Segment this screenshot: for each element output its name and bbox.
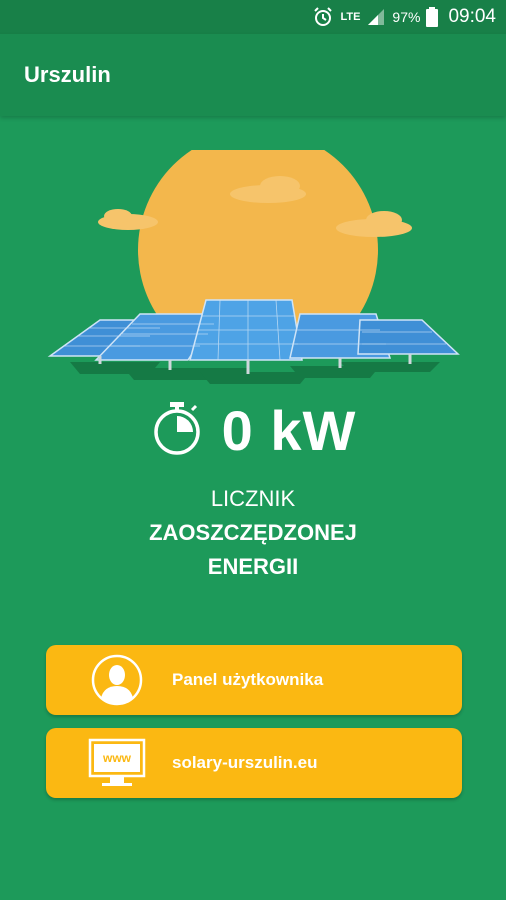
monitor-www-icon: www (86, 737, 148, 789)
user-panel-button[interactable]: Panel użytkownika (46, 645, 462, 715)
caption-line: LICZNIK (210, 486, 296, 511)
website-label: solary-urszulin.eu (172, 753, 318, 772)
caption-line: ZAOSZCZĘDZONEJ (149, 520, 357, 545)
battery-percent: 97% (392, 9, 421, 25)
svg-text:www: www (102, 751, 132, 765)
energy-value: 0 kW (221, 398, 357, 462)
energy-counter: 0 kW (0, 395, 506, 465)
user-avatar-icon (86, 654, 148, 706)
app-bar: Urszulin (0, 34, 506, 116)
stopwatch-icon (150, 400, 204, 461)
user-panel-label: Panel użytkownika (172, 670, 324, 689)
battery-icon (426, 7, 439, 27)
caption-line: ENERGII (207, 554, 299, 579)
counter-caption: LICZNIK ZAOSZCZĘDZONEJ ENERGII (0, 482, 506, 584)
website-button[interactable]: www solary-urszulin.eu (46, 728, 462, 798)
signal-icon (366, 7, 386, 27)
network-type: LTE (340, 11, 361, 23)
app-title: Urszulin (24, 62, 111, 87)
status-time: 09:04 (448, 6, 496, 27)
status-bar: LTE 97% 09:04 (0, 0, 506, 34)
alarm-icon (312, 6, 334, 28)
solar-illustration (40, 130, 470, 390)
